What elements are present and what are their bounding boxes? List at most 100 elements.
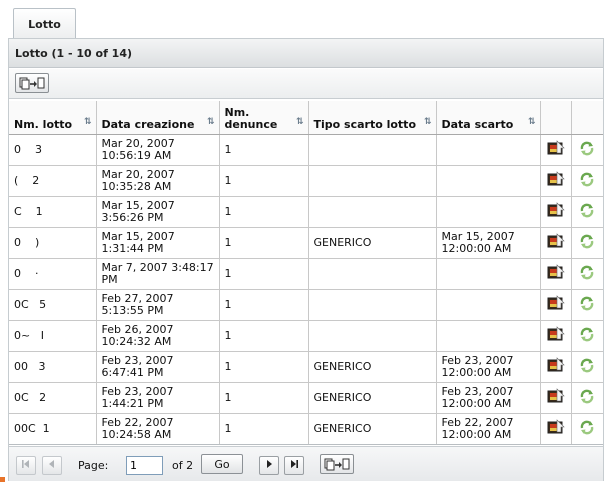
refresh-button[interactable] (571, 289, 603, 321)
detail-icon (547, 140, 565, 159)
table-row[interactable]: 00 3 Feb 23, 2007 6:47:41 PM 1 GENERICO Feb … (9, 351, 603, 383)
cell-tipo-scarto (308, 196, 437, 228)
tab-lotto[interactable]: Lotto (13, 8, 76, 39)
detail-button[interactable] (540, 258, 572, 290)
table-row[interactable]: 0~ I Feb 26, 2007 10:24:32 AM 1 (9, 320, 603, 352)
page-count-label: of 2 (172, 459, 194, 472)
lotto-table: Nm. lotto ⇅ Data creazione ⇅ Nm. denunce… (9, 101, 603, 445)
table-header-row: Nm. lotto ⇅ Data creazione ⇅ Nm. denunce… (9, 101, 603, 135)
refresh-button[interactable] (571, 351, 603, 383)
refresh-button[interactable] (571, 382, 603, 414)
detail-button[interactable] (540, 382, 572, 414)
refresh-button[interactable] (571, 227, 603, 259)
table-row[interactable]: 0 · Mar 7, 2007 3:48:17 PM 1 (9, 258, 603, 290)
cell-nm-denunce: 1 (219, 165, 309, 197)
refresh-icon (578, 326, 596, 345)
cell-nm-denunce: 1 (219, 134, 309, 166)
detail-icon (547, 326, 565, 345)
refresh-button[interactable] (571, 320, 603, 352)
cell-nm-lotto: 0C 2 (9, 382, 97, 414)
refresh-button[interactable] (571, 196, 603, 228)
refresh-button[interactable] (571, 413, 603, 445)
refresh-icon (578, 388, 596, 407)
detail-icon (547, 171, 565, 190)
prev-page-icon (47, 459, 57, 472)
cell-tipo-scarto (308, 258, 437, 290)
table-row[interactable]: 00C 1 Feb 22, 2007 10:24:58 AM 1 GENERICO Fe… (9, 413, 603, 445)
column-header-detail (540, 101, 572, 135)
detail-button[interactable] (540, 320, 572, 352)
cell-data-creazione: Feb 22, 2007 10:24:58 AM (96, 413, 220, 445)
cell-nm-denunce: 1 (219, 196, 309, 228)
cell-nm-lotto: ( 2 (9, 165, 97, 197)
sort-icon[interactable]: ⇅ (207, 116, 215, 128)
column-header-data-scarto[interactable]: Data scarto ⇅ (436, 101, 541, 135)
prev-page-button[interactable] (42, 456, 62, 475)
cell-data-scarto (436, 134, 541, 166)
table-row[interactable]: ( 2 Mar 20, 2007 10:35:28 AM 1 (9, 165, 603, 197)
table-row[interactable]: C 1 Mar 15, 2007 3:56:26 PM 1 (9, 196, 603, 228)
detail-button[interactable] (540, 165, 572, 197)
cell-data-creazione: Mar 20, 2007 10:56:19 AM (96, 134, 220, 166)
sort-icon[interactable]: ⇅ (296, 116, 304, 128)
detail-button[interactable] (540, 134, 572, 166)
sort-icon[interactable]: ⇅ (424, 116, 432, 128)
cell-tipo-scarto (308, 320, 437, 352)
column-header-tipo-scarto[interactable]: Tipo scarto lotto ⇅ (308, 101, 437, 135)
cell-data-creazione: Mar 20, 2007 10:35:28 AM (96, 165, 220, 197)
refresh-icon (578, 295, 596, 314)
detail-icon (547, 357, 565, 376)
column-header-data-creazione[interactable]: Data creazione ⇅ (96, 101, 220, 135)
sort-icon[interactable]: ⇅ (84, 116, 92, 128)
cell-data-scarto: Feb 22, 2007 12:00:00 AM (436, 413, 541, 445)
detail-icon (547, 295, 565, 314)
table-row[interactable]: 0 ) Mar 15, 2007 1:31:44 PM 1 GENERICO Mar 1… (9, 227, 603, 259)
column-header-label: Data creazione (101, 117, 195, 131)
cell-tipo-scarto: GENERICO (308, 413, 437, 445)
cell-tipo-scarto: GENERICO (308, 227, 437, 259)
cell-nm-lotto: 0C 5 (9, 289, 97, 321)
cell-nm-lotto: 0~ I (9, 320, 97, 352)
cell-nm-denunce: 1 (219, 413, 309, 445)
column-header-nm-lotto[interactable]: Nm. lotto ⇅ (9, 101, 97, 135)
detail-button[interactable] (540, 196, 572, 228)
cell-data-creazione: Mar 7, 2007 3:48:17 PM (96, 258, 220, 290)
pager-export-button[interactable] (320, 454, 354, 474)
table-row[interactable]: 0C 2 Feb 23, 2007 1:44:21 PM 1 GENERICO Feb … (9, 382, 603, 414)
sort-icon[interactable]: ⇅ (528, 116, 536, 128)
cell-nm-denunce: 1 (219, 258, 309, 290)
cell-data-scarto: Feb 23, 2007 12:00:00 AM (436, 351, 541, 383)
column-header-nm-denunce[interactable]: Nm. denunce ⇅ (219, 101, 309, 135)
detail-button[interactable] (540, 351, 572, 383)
panel-title: Lotto (1 - 10 of 14) (9, 39, 603, 68)
cell-data-scarto (436, 258, 541, 290)
cell-data-creazione: Feb 23, 2007 6:47:41 PM (96, 351, 220, 383)
table-row[interactable]: 0 3 Mar 20, 2007 10:56:19 AM 1 (9, 134, 603, 166)
detail-button[interactable] (540, 413, 572, 445)
cell-tipo-scarto: GENERICO (308, 351, 437, 383)
detail-icon (547, 233, 565, 252)
table-row[interactable]: 0C 5 Feb 27, 2007 5:13:55 PM 1 (9, 289, 603, 321)
cell-data-creazione: Feb 26, 2007 10:24:32 AM (96, 320, 220, 352)
cell-nm-lotto: 00C 1 (9, 413, 97, 445)
refresh-button[interactable] (571, 258, 603, 290)
last-page-button[interactable] (284, 456, 304, 475)
cell-nm-denunce: 1 (219, 320, 309, 352)
detail-icon (547, 419, 565, 438)
column-header-refresh (571, 101, 603, 135)
cell-nm-denunce: 1 (219, 227, 309, 259)
next-page-button[interactable] (259, 456, 279, 475)
cell-nm-lotto: 0 · (9, 258, 97, 290)
export-button[interactable] (15, 73, 49, 93)
cell-nm-lotto: 0 3 (9, 134, 97, 166)
refresh-button[interactable] (571, 165, 603, 197)
refresh-button[interactable] (571, 134, 603, 166)
go-button[interactable]: Go (201, 454, 243, 474)
page-number-input[interactable] (126, 456, 163, 475)
last-page-icon (289, 459, 299, 472)
refresh-icon (578, 140, 596, 159)
first-page-button[interactable] (16, 456, 36, 475)
cell-tipo-scarto: GENERICO (308, 382, 437, 414)
detail-button[interactable] (540, 289, 572, 321)
detail-button[interactable] (540, 227, 572, 259)
